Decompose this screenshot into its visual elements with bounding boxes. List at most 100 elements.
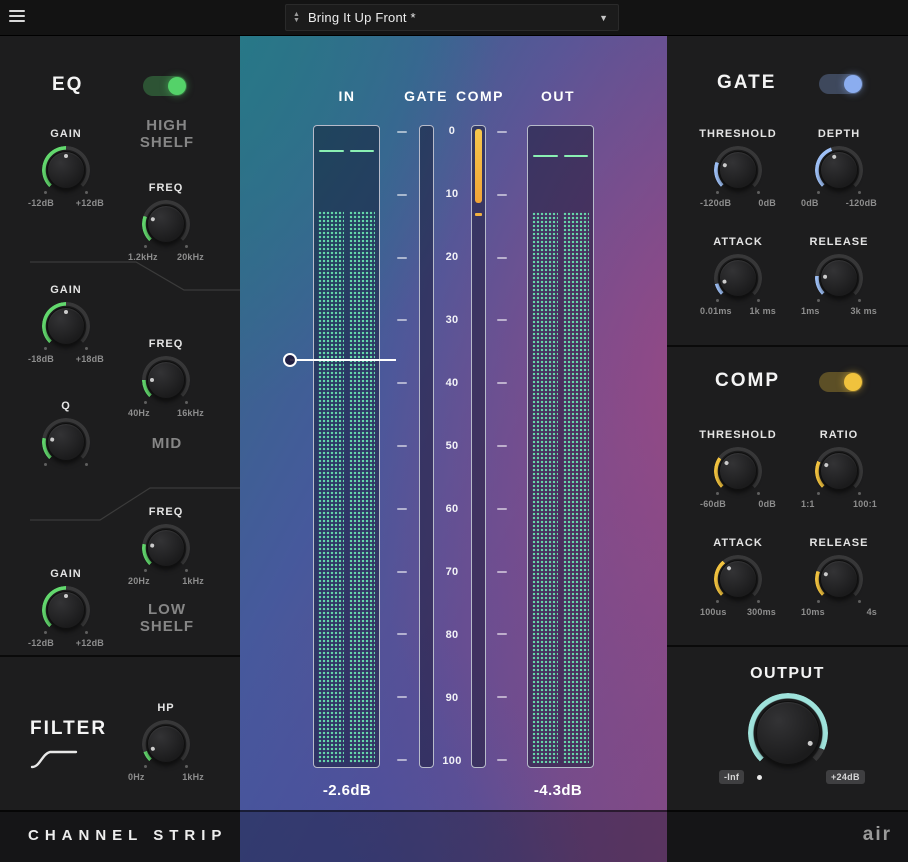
eq-q-knob[interactable] (42, 418, 90, 466)
eq-low-shelf-gain: GAIN -12dB+12dB (28, 567, 104, 648)
knob-min-label: 1ms (801, 306, 820, 316)
comp-threshold: THRESHOLD -60dB0dB (700, 428, 776, 509)
preset-selector[interactable]: ▲ ▼ Bring It Up Front * ▼ (285, 4, 619, 31)
gate-threshold-handle[interactable] (283, 353, 297, 367)
in-meter (313, 125, 380, 768)
knob-label: GAIN (50, 283, 82, 297)
comp-attack: ATTACK 100us300ms (700, 536, 776, 617)
comp-meter (471, 125, 486, 768)
gate-meter-ticks (397, 131, 407, 761)
knob-min-label: 100us (700, 607, 727, 617)
knob-max-label: 0dB (758, 198, 776, 208)
knob-min-label: -120dB (700, 198, 731, 208)
meter-panel: IN GATE COMP OUT 0102030405060708090100 (240, 36, 667, 862)
comp-ratio-knob[interactable] (815, 447, 863, 495)
knob-max-label: 0dB (758, 499, 776, 509)
knob-max-label: 20kHz (177, 252, 204, 262)
eq-low-shelf-gain-knob[interactable] (42, 586, 90, 634)
knob-pointer (813, 252, 865, 304)
comp-toggle[interactable] (819, 372, 863, 392)
gate-attack: ATTACK 0.01ms1k ms (700, 235, 776, 316)
knob-min-label: 1.2kHz (128, 252, 158, 262)
gate-toggle[interactable] (819, 74, 863, 94)
chevron-down-icon[interactable]: ▼ (599, 13, 618, 23)
knob-pointer (707, 139, 769, 201)
section-divider (667, 645, 908, 647)
knob-pointer (135, 713, 197, 775)
knob-min-label: 0dB (801, 198, 819, 208)
preset-spinner[interactable]: ▲ ▼ (286, 12, 308, 24)
knob-pointer (735, 680, 841, 786)
knob-pointer (135, 193, 197, 255)
knob-max-label: +12dB (76, 198, 104, 208)
knob-label: FREQ (149, 505, 184, 519)
knob-label: ATTACK (713, 235, 763, 249)
knob-pointer (42, 302, 90, 350)
section-divider (667, 345, 908, 347)
knob-pointer (705, 438, 772, 505)
comp-meter-label: COMP (450, 88, 510, 104)
gate-section-title: GATE (717, 72, 776, 94)
eq-mid-gain-knob[interactable] (42, 302, 90, 350)
mid-label: MID (127, 435, 207, 452)
eq-toggle-thumb (168, 77, 186, 95)
knob-label: RATIO (820, 428, 858, 442)
out-meter-label: OUT (528, 88, 588, 104)
gate-depth: DEPTH 0dB-120dB (801, 127, 877, 208)
filter-hp-knob[interactable] (142, 720, 190, 768)
air-logo: air (863, 824, 892, 846)
knob-label: GAIN (50, 127, 82, 141)
gate-release: RELEASE 1ms3k ms (801, 235, 877, 316)
knob-min-label: 20Hz (128, 576, 150, 586)
knob-min-label: 10ms (801, 607, 825, 617)
knob-label: RELEASE (810, 536, 869, 550)
preset-down-icon[interactable]: ▼ (293, 18, 300, 24)
knob-max-label: 1k ms (749, 306, 776, 316)
output-knob[interactable] (748, 693, 828, 773)
knob-pointer (808, 548, 870, 610)
knob-pointer (709, 249, 768, 308)
eq-low-shelf-freq-knob[interactable] (142, 524, 190, 572)
knob-label: FREQ (149, 337, 184, 351)
knob-label: FREQ (149, 181, 184, 195)
output-indicator-dot (757, 775, 762, 780)
gate-threshold: THRESHOLD -120dB 0dB (700, 127, 776, 208)
comp-meter-peak (475, 213, 482, 216)
knob-pointer (42, 586, 90, 634)
knob-label: GAIN (50, 567, 82, 581)
gate-comp-output-panel: GATE THRESHOLD -120dB 0dB DEPTH 0dB-120dB… (667, 36, 908, 862)
knob-label: RELEASE (810, 235, 869, 249)
low-shelf-label: LOW SHELF (127, 601, 207, 635)
eq-high-shelf-gain-knob[interactable] (42, 146, 90, 194)
in-meter-peak (319, 150, 374, 152)
knob-max-label: +12dB (76, 638, 104, 648)
eq-toggle[interactable] (143, 76, 187, 96)
comp-attack-knob[interactable] (714, 555, 762, 603)
eq-high-shelf-freq-knob[interactable] (142, 200, 190, 248)
eq-low-shelf-freq: FREQ 20Hz 1kHz (128, 505, 204, 586)
knob-max-label: 16kHz (177, 408, 204, 418)
comp-release-knob[interactable] (815, 555, 863, 603)
eq-mid-freq-knob[interactable] (142, 356, 190, 404)
knob-max-label: 1kHz (182, 576, 204, 586)
gate-threshold-knob[interactable] (714, 146, 762, 194)
knob-min-label: 0Hz (128, 772, 145, 782)
highpass-curve-icon (30, 748, 80, 770)
knob-pointer (807, 439, 871, 503)
knob-min-label: 1:1 (801, 499, 815, 509)
gate-attack-knob[interactable] (714, 254, 762, 302)
menu-icon[interactable] (9, 10, 27, 25)
out-meter-value: -4.3dB (518, 782, 598, 799)
section-divider (0, 655, 240, 657)
knob-label: THRESHOLD (699, 127, 776, 141)
knob-label: HP (157, 701, 174, 715)
knob-pointer (808, 139, 870, 201)
out-meter-fill (532, 212, 589, 763)
gate-depth-knob[interactable] (815, 146, 863, 194)
comp-meter-ticks (497, 131, 507, 761)
knob-label: THRESHOLD (699, 428, 776, 442)
out-meter (527, 125, 594, 768)
gate-release-knob[interactable] (815, 254, 863, 302)
comp-threshold-knob[interactable] (714, 447, 762, 495)
eq-high-shelf-gain: GAIN -12dB+12dB (28, 127, 104, 208)
